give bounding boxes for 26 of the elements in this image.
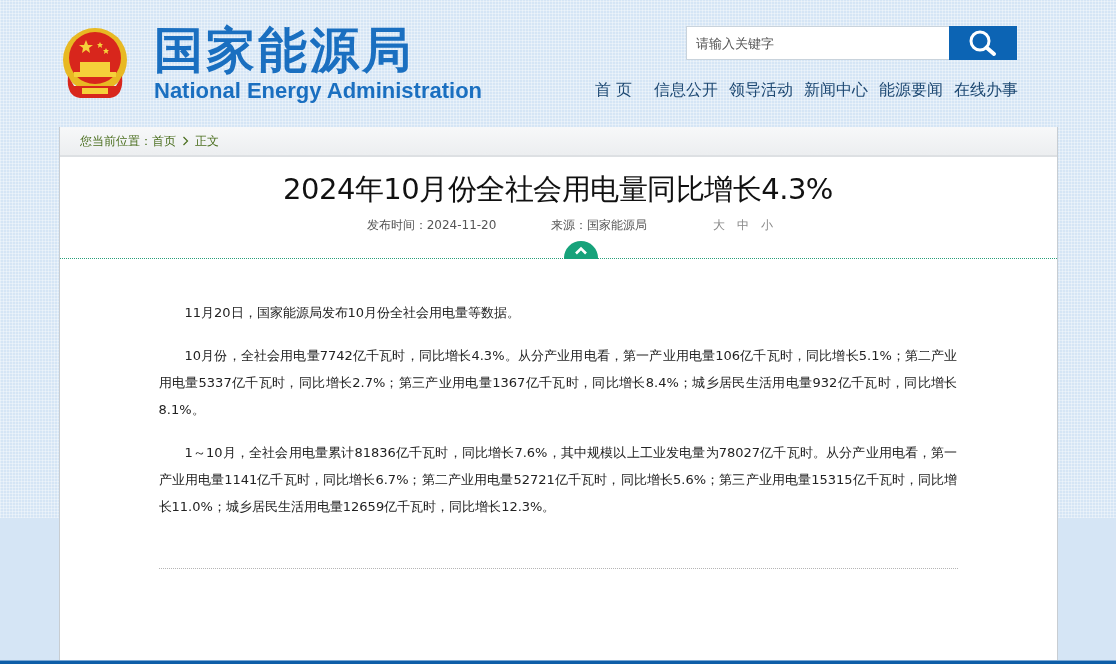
search-field[interactable]: 请输入关键字 (686, 26, 949, 60)
breadcrumb-label: 您当前位置： (79, 132, 152, 150)
breadcrumb-link[interactable]: 正文 (194, 132, 219, 150)
publish-date: 发布时间：2024-11-20 (366, 217, 497, 234)
font-size-link[interactable]: 中 (737, 217, 750, 234)
chevron-right-icon (181, 136, 189, 146)
site-title: 国家能源局 (154, 24, 415, 78)
font-size-link[interactable]: 小 (761, 217, 774, 234)
nav-link[interactable]: 新闻中心 (804, 80, 868, 100)
chevron-up-icon (573, 245, 588, 255)
search-icon (968, 29, 998, 57)
article-title: 2024年10月份全社会用电量同比增长4.3% (283, 172, 833, 206)
nav-link[interactable]: 信息公开 (654, 80, 718, 100)
site-subtitle: National Energy Administration (154, 78, 482, 104)
article-paragraph: 10月份，全社会用电量7742亿千瓦时，同比增长4.3%。从分产业用电看，第一产业用电量106亿千瓦时，同比增长5.1%；第二产业用电量5337亿千瓦时，同比增长2.7%；第三产业用电量1367亿千瓦时，同比增长8.4%；城乡居民生活用电量932亿千瓦时，同比增长8.1%。 (158, 347, 958, 419)
article-paragraph: 11月20日，国家能源局发布10月份全社会用电量等数据。 (183, 304, 522, 322)
nav-link[interactable]: 首 页 (595, 80, 632, 100)
nav-link[interactable]: 领导活动 (729, 80, 793, 100)
search-button[interactable] (949, 26, 1017, 60)
breadcrumb-link[interactable]: 首页 (151, 132, 176, 150)
font-size-link[interactable]: 大 (713, 217, 726, 234)
nav-link[interactable]: 在线办事 (954, 80, 1018, 100)
collapse-button[interactable] (563, 241, 598, 259)
article-source: 来源：国家能源局 (551, 217, 648, 234)
nav-link[interactable]: 能源要闻 (879, 80, 943, 100)
article-paragraph: 1～10月，全社会用电量累计81836亿千瓦时，同比增长7.6%，其中规模以上工业发电量为78027亿千瓦时。从分产业用电看，第一产业用电量1141亿千瓦时，同比增长6.7%；第二产业用电量52721亿千瓦时，同比增长5.6%；第三产业用电量15315亿千瓦时，同比增长11.0%；城乡居民生活用电量12659亿千瓦时，同比增长12.3%。 (158, 444, 958, 516)
